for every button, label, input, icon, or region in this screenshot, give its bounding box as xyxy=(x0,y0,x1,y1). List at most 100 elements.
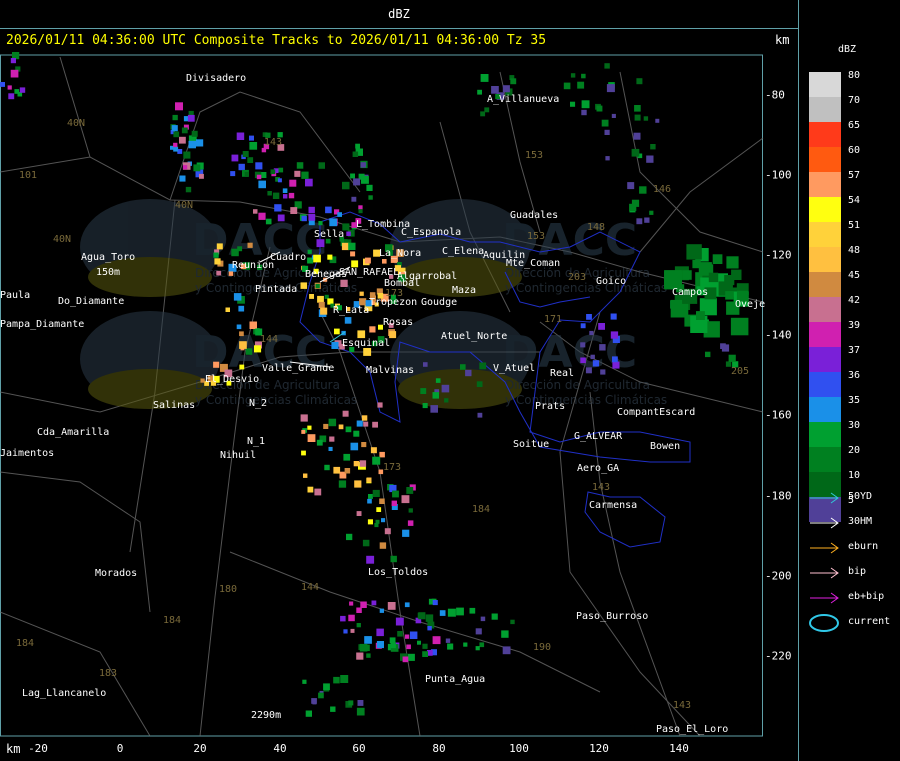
unit-label-top: km xyxy=(775,33,790,47)
place-label: Salinas xyxy=(153,400,196,411)
legend-color-swatch xyxy=(809,347,841,372)
radar-echo-cell xyxy=(435,378,441,383)
radar-echo-cell xyxy=(350,173,355,179)
radar-echo-cell xyxy=(477,89,482,95)
radar-echo-cell xyxy=(728,354,736,362)
place-label: Aero_GA xyxy=(577,463,620,474)
legend-color-swatch xyxy=(809,197,841,222)
y-tick-label: -120 xyxy=(765,248,792,262)
place-label: Punta_Agua xyxy=(425,674,486,685)
radar-echo-cell xyxy=(381,518,386,523)
radar-echo-cell xyxy=(314,488,322,496)
place-label: Atuel_Norte xyxy=(441,331,508,342)
radar-echo-cell xyxy=(315,283,320,289)
place-label: Guadales xyxy=(510,210,559,221)
legend-value: 45 xyxy=(848,270,861,281)
radar-echo-cell xyxy=(631,148,640,157)
radar-echo-cell xyxy=(307,425,312,430)
radar-echo-cell xyxy=(313,254,321,263)
radar-echo-cell xyxy=(343,629,348,634)
radar-echo-cell xyxy=(639,186,647,194)
radar-echo-cell xyxy=(238,163,245,171)
x-tick-label: 20 xyxy=(193,742,207,755)
legend-color-swatch xyxy=(809,397,841,422)
radar-echo-cell xyxy=(324,294,329,299)
place-label: 2290m xyxy=(251,710,282,721)
radar-echo-cell xyxy=(349,601,354,606)
y-tick-label: -100 xyxy=(765,168,792,182)
radar-echo-cell xyxy=(359,460,367,467)
radar-echo-cell xyxy=(599,344,606,351)
radar-echo-cell xyxy=(362,539,370,547)
radar-echo-cell xyxy=(563,82,571,90)
radar-echo-cell xyxy=(245,348,253,355)
radar-echo-cell xyxy=(664,270,682,288)
radar-echo-cell xyxy=(351,196,357,202)
track-legend-label: bip xyxy=(848,566,867,577)
radar-echo-cell xyxy=(402,529,410,537)
radar-echo-cell xyxy=(439,610,446,616)
route-number-label: 101 xyxy=(19,170,38,181)
radar-echo-cell xyxy=(580,323,586,329)
radar-map[interactable]: DACCDirección de Agriculturay Contingenc… xyxy=(0,52,798,742)
radar-echo-cell xyxy=(502,646,511,655)
radar-echo-cell xyxy=(361,442,367,448)
legend-value: 65 xyxy=(848,120,861,131)
y-tick-label: -220 xyxy=(765,649,792,663)
radar-echo-cell xyxy=(290,207,298,214)
radar-echo-cell xyxy=(376,628,384,637)
place-label: Paso_Burroso xyxy=(576,611,649,622)
legend-value: 60 xyxy=(848,145,861,156)
x-tick-label: -20 xyxy=(28,742,48,755)
radar-echo-cell xyxy=(358,209,363,214)
radar-echo-cell xyxy=(7,85,12,90)
radar-echo-cell xyxy=(343,453,351,461)
radar-echo-cell xyxy=(686,244,702,260)
place-label: G_ALVEAR xyxy=(574,431,623,442)
route-number-label: 171 xyxy=(544,314,563,325)
radar-echo-cell xyxy=(317,295,324,303)
radar-echo-cell xyxy=(363,348,372,356)
radar-echo-cell xyxy=(423,362,428,367)
radar-echo-cell xyxy=(469,607,476,614)
radar-echo-cell xyxy=(325,206,332,214)
radar-echo-cell xyxy=(230,171,236,177)
radar-echo-cell xyxy=(465,369,472,377)
radar-echo-cell xyxy=(277,214,285,222)
radar-echo-cell xyxy=(301,215,307,222)
radar-echo-cell xyxy=(360,601,367,608)
unit-label-bottom: km xyxy=(6,742,21,756)
radar-echo-cell xyxy=(577,81,585,89)
radar-echo-cell xyxy=(365,257,371,264)
radar-echo-cell xyxy=(589,330,594,336)
radar-echo-cell xyxy=(231,248,239,257)
radar-echo-cell xyxy=(570,73,576,78)
radar-echo-cell xyxy=(430,405,438,413)
radar-echo-cell xyxy=(239,364,245,370)
radar-echo-cell xyxy=(581,100,590,109)
radar-echo-cell xyxy=(341,242,350,251)
radar-echo-cell xyxy=(191,130,198,137)
radar-echo-cell xyxy=(179,175,186,182)
radar-echo-cell xyxy=(363,421,369,427)
radar-echo-cell xyxy=(318,692,324,699)
place-label: CompantEscard xyxy=(617,407,696,418)
y-tick-label: -160 xyxy=(765,408,792,422)
radar-echo-cell xyxy=(580,357,586,364)
radar-echo-cell xyxy=(249,142,258,150)
radar-echo-cell xyxy=(316,439,323,446)
x-tick-label: 0 xyxy=(116,742,124,755)
radar-echo-cell xyxy=(309,294,314,299)
legend-color-swatch xyxy=(809,147,841,172)
place-label: Nihuil xyxy=(220,450,257,461)
radar-echo-cell xyxy=(586,314,592,320)
radar-echo-cell xyxy=(692,259,701,269)
radar-echo-cell xyxy=(366,555,375,564)
radar-echo-cell xyxy=(346,533,353,541)
radar-echo-cell xyxy=(352,151,359,157)
place-label: Cda_Amarilla xyxy=(37,427,110,438)
radar-echo-cell xyxy=(175,102,183,111)
radar-echo-cell xyxy=(705,351,711,358)
radar-echo-cell xyxy=(402,656,409,663)
track-arrow-icon xyxy=(810,492,839,504)
